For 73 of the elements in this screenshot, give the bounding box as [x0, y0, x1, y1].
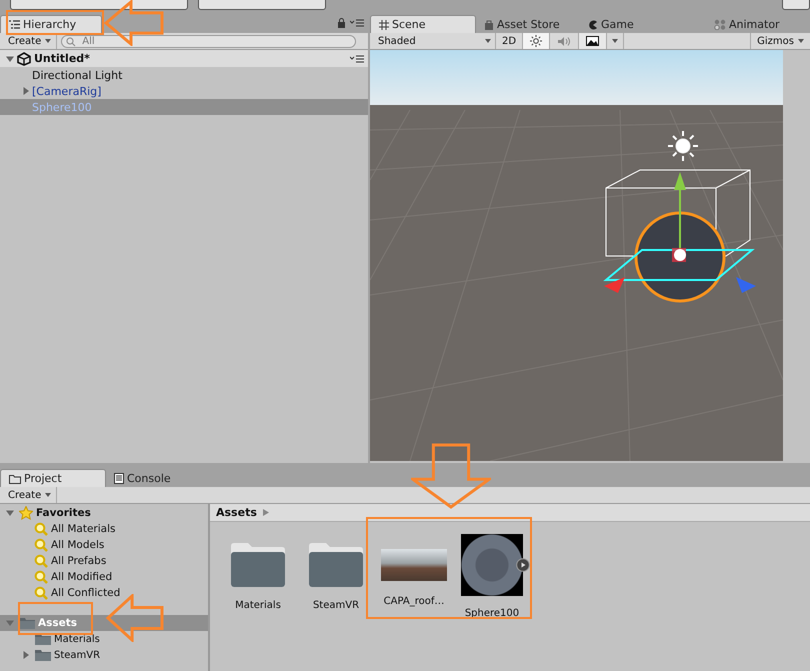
panel-tab[interactable]: Console [106, 470, 210, 487]
image-icon [586, 36, 600, 46]
search-icon [34, 586, 48, 600]
create-dropdown[interactable]: Create [4, 487, 58, 503]
panel-tab[interactable]: Game [580, 16, 706, 33]
folder-icon [19, 617, 35, 629]
object-name: [CameraRig] [32, 84, 102, 98]
play-icon[interactable] [516, 558, 530, 572]
panel-tab[interactable]: Asset Store [476, 16, 580, 33]
star-icon [19, 506, 33, 520]
texture-thumbnail[interactable] [381, 549, 447, 581]
folder-icon [35, 649, 51, 661]
folder-icon [35, 633, 51, 645]
create-dropdown[interactable]: Create [4, 33, 58, 49]
caret-icon [798, 39, 804, 43]
lighting-toggle[interactable] [523, 33, 550, 49]
search-icon [34, 554, 48, 568]
asset-name[interactable]: SteamVR [312, 600, 360, 611]
favorite-item[interactable]: All Materials [51, 523, 116, 535]
pacman-icon [588, 20, 598, 30]
panel-tab[interactable]: Scene [370, 15, 476, 33]
document-icon [114, 473, 124, 484]
expand-arrow[interactable] [6, 54, 14, 62]
list-icon [9, 20, 20, 29]
hierarchy-item[interactable]: [CameraRig] [0, 83, 368, 99]
asset-name[interactable]: Sphere100 [464, 608, 520, 619]
hierarchy-tab[interactable]: Hierarchy [0, 15, 102, 33]
folder-icon[interactable] [229, 542, 287, 588]
scene-name: Untitled* [34, 52, 90, 65]
hierarchy-item[interactable]: Directional Light [0, 67, 368, 83]
object-name: Sphere100 [32, 100, 92, 114]
search-icon [34, 538, 48, 552]
caret-icon [485, 39, 491, 43]
favorite-item[interactable]: All Prefabs [51, 555, 106, 567]
folder-icon [9, 474, 21, 484]
folder-item[interactable]: Materials [54, 634, 100, 644]
gizmos-dropdown[interactable]: Gizmos [750, 33, 810, 49]
search-field[interactable]: All [61, 34, 356, 48]
lock-icon[interactable] [337, 18, 346, 28]
caret-icon [45, 493, 52, 497]
sun-icon [530, 35, 542, 47]
favorite-item[interactable]: All Conflicted [51, 587, 120, 599]
bag-icon [484, 20, 494, 30]
material-thumbnail[interactable] [461, 534, 523, 596]
grid-icon [379, 20, 389, 30]
menu-icon[interactable] [350, 18, 364, 26]
expand-arrow[interactable] [22, 87, 30, 95]
speaker-icon [557, 36, 572, 46]
menu-icon[interactable] [350, 54, 364, 62]
object-name: Directional Light [32, 68, 122, 82]
folder-icon[interactable] [307, 542, 365, 588]
expand-arrow[interactable] [6, 509, 16, 517]
nodes-icon [714, 19, 726, 30]
asset-name[interactable]: Materials [235, 600, 281, 611]
panel-tab[interactable]: Project [0, 469, 106, 487]
caret-icon [612, 39, 618, 43]
expand-arrow[interactable] [22, 651, 30, 659]
favorite-item[interactable]: All Modified [51, 571, 112, 583]
shading-dropdown[interactable]: Shaded [376, 33, 496, 49]
caret-icon [262, 509, 269, 516]
effects-toggle[interactable] [579, 33, 608, 49]
favorite-item[interactable]: All Models [51, 539, 104, 551]
search-icon [34, 570, 48, 584]
caret-icon [45, 39, 52, 43]
light-gizmo-icon [667, 130, 699, 162]
search-icon [34, 522, 48, 536]
unity-logo-icon [17, 52, 31, 66]
breadcrumb[interactable]: Assets [216, 506, 257, 519]
panel-tab[interactable]: Animator [706, 16, 810, 33]
favorites-label[interactable]: Favorites [36, 507, 91, 519]
arrow-annotation [104, 0, 164, 46]
folder-item[interactable]: SteamVR [54, 650, 100, 660]
asset-name[interactable]: CAPA_roof… [384, 596, 444, 607]
